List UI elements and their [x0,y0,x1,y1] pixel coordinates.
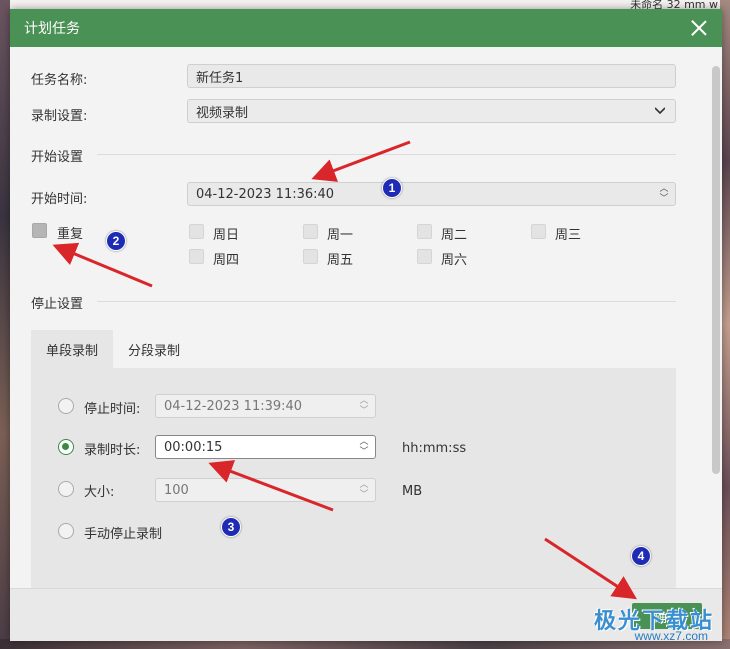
dialog-content: 任务名称: 新任务1 录制设置: 视频录制 开始设置 开始时间: 04-12-2… [10,47,710,588]
thursday-checkbox[interactable] [189,249,204,264]
saturday-label: 周六 [441,253,468,268]
close-icon[interactable] [690,19,708,37]
sunday-label: 周日 [213,228,240,243]
stop-time-value: 04-12-2023 11:39:40 [164,398,303,414]
repeat-label: 重复 [57,227,84,242]
size-label: 大小: [84,485,115,500]
friday-label: 周五 [327,253,354,268]
wednesday-checkbox[interactable] [531,224,546,239]
wednesday-label: 周三 [555,228,582,243]
stop-section-title: 停止设置 [31,297,84,312]
start-section-divider [97,154,676,155]
size-input[interactable]: 100 ︿ ﹀ [155,478,376,502]
dialog-titlebar: 计划任务 [10,9,722,47]
record-settings-value: 视频录制 [196,105,249,121]
stop-time-label: 停止时间: [84,402,141,417]
duration-input[interactable]: 00:00:15 ︿ ﹀ [155,435,376,459]
stop-section-divider [97,301,676,302]
single-segment-panel: 停止时间: 04-12-2023 11:39:40 ︿ ﹀ 录制时长: 00:00… [31,368,676,588]
duration-value: 00:00:15 [164,439,223,455]
stop-time-radio[interactable] [58,398,74,414]
start-time-spinner-icon[interactable]: ︿ ﹀ [659,184,669,204]
thursday-label: 周四 [213,253,240,268]
monday-label: 周一 [327,228,354,243]
size-value: 100 [164,482,189,498]
tuesday-label: 周二 [441,228,468,243]
start-time-input[interactable]: 04-12-2023 11:36:40 ︿ ﹀ [187,182,676,206]
schedule-task-dialog: 计划任务 任务名称: 新任务1 录制设置: 视频录制 开始设置 开始时间: 04… [10,9,722,641]
tuesday-checkbox[interactable] [417,224,432,239]
stop-mode-tabs: 单段录制 分段录制 [31,330,195,368]
chevron-down-icon [655,107,665,115]
task-name-input[interactable]: 新任务1 [187,64,676,88]
task-name-label: 任务名称: [31,73,88,88]
annotation-marker-4: 4 [631,546,651,566]
start-section-title: 开始设置 [31,150,84,165]
size-unit: MB [402,484,423,499]
watermark: 极光下载站 www.xz7.com [560,603,720,643]
repeat-checkbox[interactable] [32,223,47,238]
watermark-url: www.xz7.com [634,629,708,643]
record-settings-label: 录制设置: [31,109,88,124]
annotation-marker-2: 2 [106,231,126,251]
start-time-value: 04-12-2023 11:36:40 [196,186,335,202]
monday-checkbox[interactable] [303,224,318,239]
duration-unit: hh:mm:ss [402,441,467,456]
record-settings-select[interactable]: 视频录制 [187,99,676,123]
sunday-checkbox[interactable] [189,224,204,239]
task-name-value: 新任务1 [196,70,244,86]
size-spinner-icon[interactable]: ︿ ﹀ [359,480,369,500]
stop-time-input[interactable]: 04-12-2023 11:39:40 ︿ ﹀ [155,394,376,418]
tab-single-segment[interactable]: 单段录制 [31,330,114,368]
annotation-marker-3: 3 [221,517,241,537]
annotation-marker-1: 1 [382,178,402,198]
start-time-label: 开始时间: [31,192,88,207]
duration-radio[interactable] [58,439,74,455]
manual-stop-label: 手动停止录制 [84,527,163,542]
size-radio[interactable] [58,481,74,497]
stop-time-spinner-icon[interactable]: ︿ ﹀ [359,396,369,416]
duration-label: 录制时长: [84,443,141,458]
dialog-title: 计划任务 [24,21,80,37]
vertical-scrollbar[interactable] [712,66,720,474]
background-left-strip [0,0,10,649]
friday-checkbox[interactable] [303,249,318,264]
manual-stop-radio[interactable] [58,523,74,539]
tab-multi-segment[interactable]: 分段录制 [113,330,195,368]
saturday-checkbox[interactable] [417,249,432,264]
duration-spinner-icon[interactable]: ︿ ﹀ [359,437,369,457]
